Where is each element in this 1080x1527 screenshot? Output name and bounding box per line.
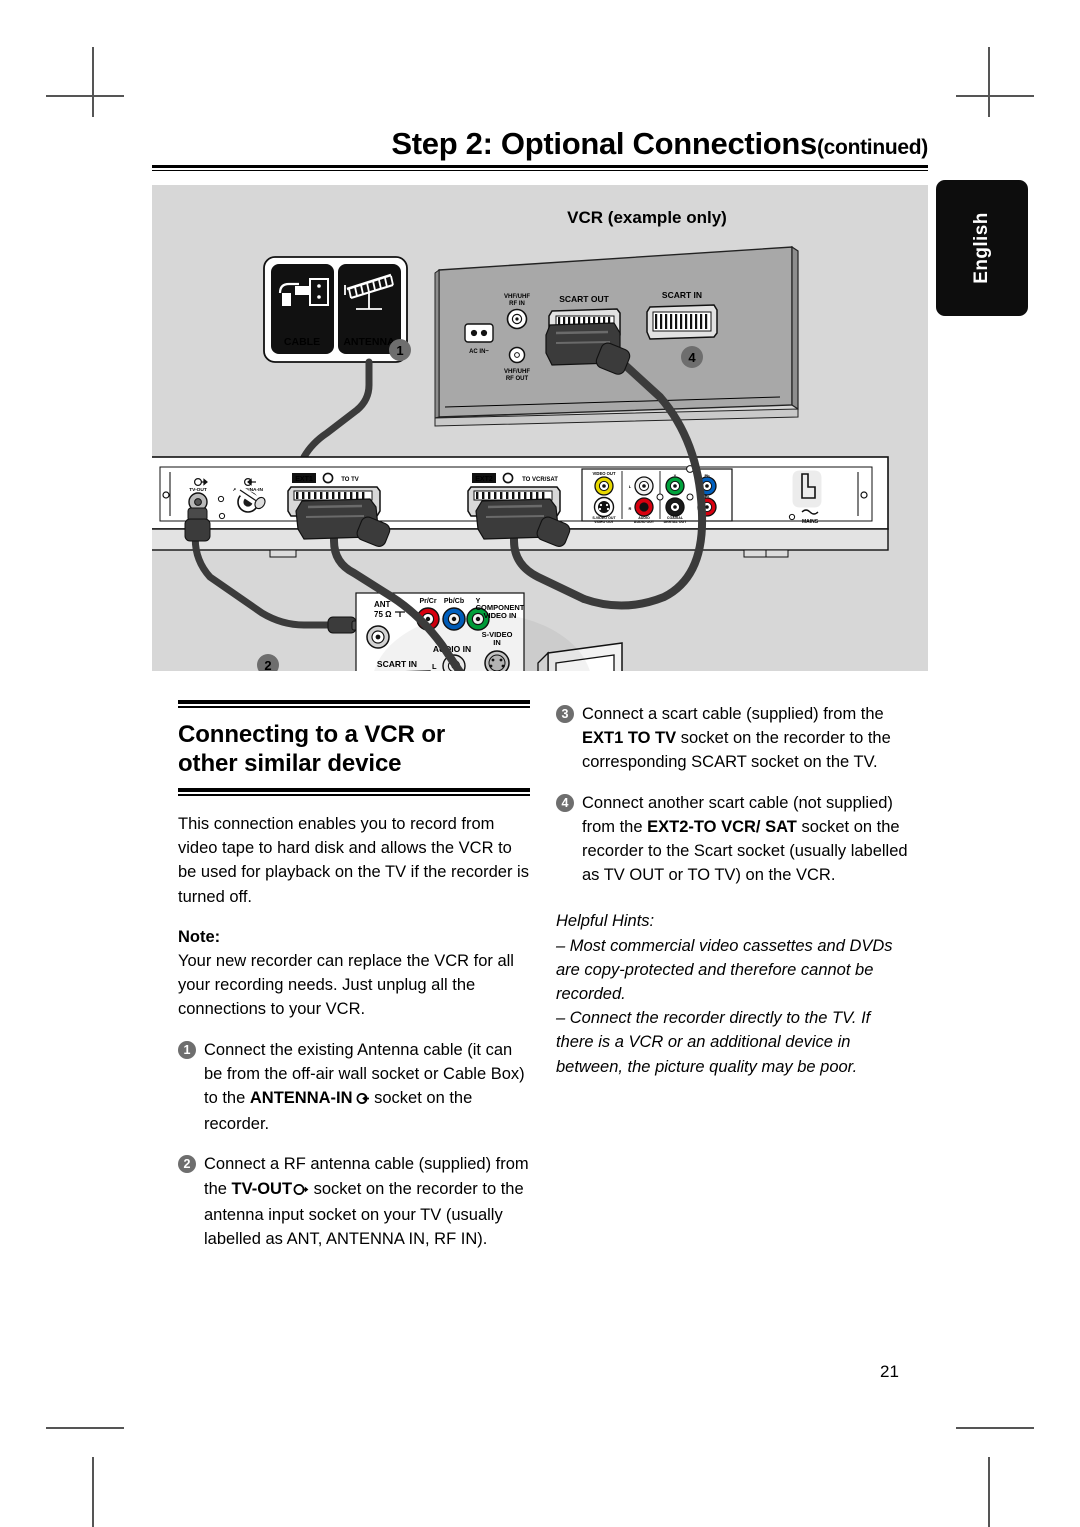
svg-text:VIDEO OUT: VIDEO OUT: [592, 471, 615, 476]
mains-label: MAINS: [802, 519, 819, 525]
list-item: 3 Connect a scart cable (supplied) from …: [556, 702, 908, 775]
helpful-hint-1: – Most commercial video cassettes and DV…: [556, 936, 893, 1004]
section-rule-top: [178, 700, 530, 708]
page-number: 21: [880, 1362, 899, 1381]
ext1-label: EXT1: [295, 476, 313, 483]
section-heading-line2: other similar device: [178, 750, 402, 777]
helpful-hint-2: – Connect the recorder directly to the T…: [556, 1009, 871, 1076]
tv-ant-ohm-label: 75 Ω: [374, 610, 392, 619]
ext1-function-label: TO TV: [341, 477, 359, 483]
ext2-label: EXT2: [475, 476, 493, 483]
crop-mark-top-right-h: [956, 95, 1034, 97]
ext2-function-label: TO VCR/SAT: [522, 477, 558, 483]
svg-text:RF OUT: RF OUT: [506, 376, 529, 382]
right-text-column: 3 Connect a scart cable (supplied) from …: [556, 702, 908, 1079]
tv-out-socket-icon: [292, 1179, 309, 1203]
antenna-tile-label: ANTENNA: [343, 336, 395, 348]
tv-out-label: TV-OUT: [189, 487, 207, 493]
connection-diagram-svg: .lbl{font-family:"Liberation Sans",sans-…: [152, 208, 889, 671]
step-3-bold-term: EXT1 TO TV: [582, 729, 677, 748]
page-title-main: Step 2: Optional Connections: [391, 126, 817, 161]
callout-2: 2: [257, 654, 279, 671]
note-block: Note: Your new recorder can replace the …: [178, 925, 530, 1022]
list-item: 2 Connect a RF antenna cable (supplied) …: [178, 1152, 530, 1251]
svg-text:4: 4: [688, 350, 696, 365]
vcr-scart-out-label: SCART OUT: [559, 294, 609, 304]
connection-diagram: .lbl{font-family:"Liberation Sans",sans-…: [152, 185, 928, 671]
section-rule-bottom: [178, 788, 530, 796]
recorder-av-jacks: VIDEO OUT S-VIDEO OUT VIDEO OUT L R AUDI…: [581, 465, 733, 524]
crop-mark-bottom-left-v: [92, 1457, 94, 1527]
svg-text:RF IN: RF IN: [509, 301, 525, 307]
header-rule: [152, 164, 928, 171]
section-heading: Connecting to a VCR or other similar dev…: [178, 720, 530, 778]
svg-text:DIGITAL OUT: DIGITAL OUT: [664, 520, 687, 524]
tv-pbcb-label: Pb/Cb: [444, 598, 464, 605]
crop-mark-top-right-v: [988, 47, 990, 117]
step-2-bold-term: TV-OUT: [231, 1179, 293, 1198]
note-text: Your new recorder can replace the VCR fo…: [178, 952, 514, 1019]
step-bullet-3: 3: [556, 705, 574, 723]
vcr-scart-in-label: SCART IN: [662, 290, 702, 300]
signal-source-box: CABLE ANTENNA: [263, 256, 408, 363]
svg-text:VHF/UHF: VHF/UHF: [504, 369, 530, 375]
step-bullet-1: 1: [178, 1040, 196, 1059]
step-4-bold-term: EXT2-TO VCR/ SAT: [647, 817, 797, 836]
step-bullet-2: 2: [178, 1155, 196, 1174]
section-heading-line1: Connecting to a VCR or: [178, 721, 446, 748]
step-1-bold-term: ANTENNA-IN: [249, 1089, 353, 1108]
crop-mark-top-left-v: [92, 47, 94, 117]
antenna-in-socket-icon: [353, 1088, 370, 1112]
cable-tile-label: CABLE: [284, 336, 320, 348]
crop-mark-bottom-right-h: [956, 1427, 1034, 1429]
svg-text:R: R: [629, 506, 632, 511]
step-bullet-4: 4: [556, 793, 574, 812]
crop-mark-top-left-h: [46, 95, 124, 97]
crop-mark-bottom-left-h: [46, 1427, 124, 1429]
svg-text:AUDIO OUT: AUDIO OUT: [634, 520, 655, 524]
language-tab-label: English: [971, 212, 992, 284]
vcr-ac-in-label: AC IN~: [469, 349, 489, 355]
svg-text:2: 2: [264, 658, 271, 671]
svg-text:VHF/UHF: VHF/UHF: [504, 294, 530, 300]
list-item: 1 Connect the existing Antenna cable (it…: [178, 1038, 530, 1137]
language-tab: English: [936, 180, 1028, 316]
page-header: Step 2: Optional Connections(continued): [152, 126, 928, 171]
callout-4: 4: [681, 346, 703, 368]
page-title: Step 2: Optional Connections(continued): [152, 126, 928, 161]
vcr-caption: VCR (example only): [567, 208, 727, 227]
svg-text:1: 1: [396, 343, 403, 358]
note-label: Note:: [178, 927, 221, 946]
page-title-continued: (continued): [816, 136, 928, 159]
list-item: 4 Connect another scart cable (not suppl…: [556, 791, 908, 888]
step-3-text-part1: Connect a scart cable (supplied) from th…: [582, 705, 884, 723]
left-text-column: Connecting to a VCR or other similar dev…: [178, 700, 530, 1267]
cable-1-antenna: [300, 358, 373, 461]
crop-mark-bottom-right-v: [988, 1457, 990, 1527]
tv-prcr-label: Pr/Cr: [419, 598, 436, 605]
callout-1: 1: [389, 339, 411, 361]
intro-paragraph: This connection enables you to record fr…: [178, 815, 529, 906]
helpful-hints-label: Helpful Hints:: [556, 912, 655, 931]
tv-ant-label: ANT: [374, 600, 391, 609]
helpful-hints-block: Helpful Hints: – Most commercial video c…: [556, 909, 908, 1078]
svg-text:VIDEO OUT: VIDEO OUT: [594, 520, 615, 524]
vcr-ac-in: AC IN~: [464, 323, 494, 355]
